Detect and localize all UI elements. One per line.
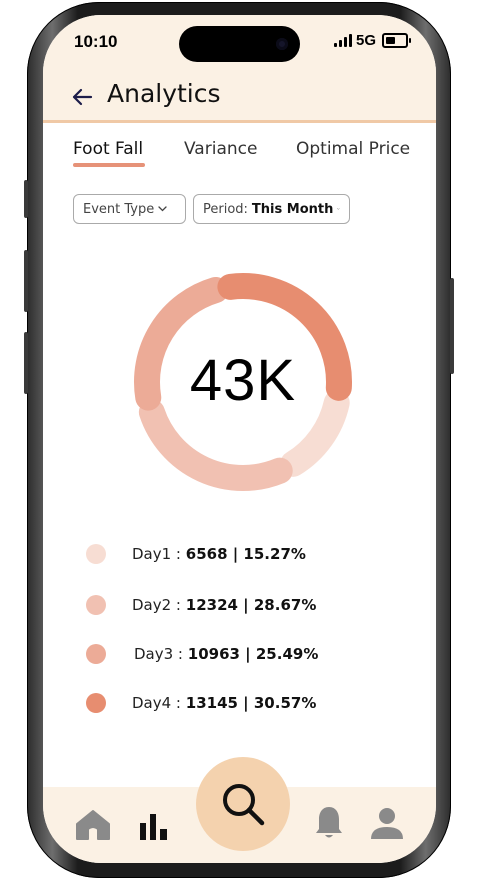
app-screen: 10:10 5G Analytics Foot Fall Variance Op…: [43, 15, 436, 863]
home-icon[interactable]: [75, 809, 111, 841]
app-header: 10:10 5G Analytics: [43, 15, 436, 123]
legend-swatch: [86, 595, 106, 615]
period-dropdown[interactable]: Period: This Month: [193, 194, 350, 224]
back-arrow-icon[interactable]: [71, 86, 93, 108]
legend-swatch: [86, 544, 106, 564]
search-button[interactable]: [196, 757, 290, 851]
bell-icon[interactable]: [314, 805, 344, 841]
battery-icon: [382, 33, 411, 48]
front-camera: [276, 38, 288, 50]
legend-swatch: [86, 693, 106, 713]
mute-switch: [24, 180, 28, 218]
legend-item-day4: Day4 : 13145 | 30.57%: [86, 688, 316, 718]
chevron-down-icon: [158, 206, 167, 212]
legend-value: 6568 | 15.27%: [185, 545, 306, 563]
status-indicators: 5G: [333, 32, 411, 49]
active-tab-indicator: [73, 163, 145, 167]
volume-down-button: [24, 332, 28, 394]
network-label: 5G: [355, 32, 376, 49]
legend-value: 10963 | 25.49%: [187, 645, 319, 663]
legend-value: 12324 | 28.67%: [185, 596, 317, 614]
power-button: [450, 278, 454, 374]
period-value: This Month: [251, 201, 334, 217]
legend-item-day2: Day2 : 12324 | 28.67%: [86, 590, 316, 620]
total-foot-fall: 43K: [189, 348, 297, 413]
user-icon[interactable]: [369, 807, 405, 841]
tab-variance[interactable]: Variance: [184, 139, 257, 159]
chevron-down-icon: [337, 208, 340, 210]
legend-label: Day2 :: [132, 596, 181, 614]
period-prefix: Period:: [203, 201, 248, 217]
legend-swatch: [86, 644, 106, 664]
dynamic-island: [179, 26, 300, 62]
status-time: 10:10: [74, 32, 118, 51]
bar-chart-icon[interactable]: [138, 809, 170, 841]
legend-value: 13145 | 30.57%: [185, 694, 317, 712]
event-type-label: Event Type: [83, 201, 155, 217]
legend-item-day1: Day1 : 6568 | 15.27%: [86, 539, 306, 569]
legend-label: Day4 :: [132, 694, 181, 712]
tab-label: Variance: [184, 139, 258, 159]
page-title: Analytics: [107, 79, 221, 108]
signal-icon: [333, 34, 352, 47]
tab-bar: Foot Fall Variance Optimal Price: [73, 139, 416, 169]
donut-segment-day2: [138, 399, 293, 491]
event-type-dropdown[interactable]: Event Type: [73, 194, 186, 224]
tab-label: Foot Fall: [73, 139, 144, 159]
tab-label: Optimal Price: [296, 139, 411, 159]
tab-foot-fall[interactable]: Foot Fall: [73, 139, 145, 167]
legend-label: Day3 :: [134, 645, 183, 663]
search-icon: [223, 784, 265, 826]
legend-label: Day1 :: [132, 545, 181, 563]
legend-item-day3: Day3 : 10963 | 25.49%: [86, 639, 318, 669]
tab-optimal-price[interactable]: Optimal Price: [296, 139, 410, 159]
volume-up-button: [24, 250, 28, 312]
